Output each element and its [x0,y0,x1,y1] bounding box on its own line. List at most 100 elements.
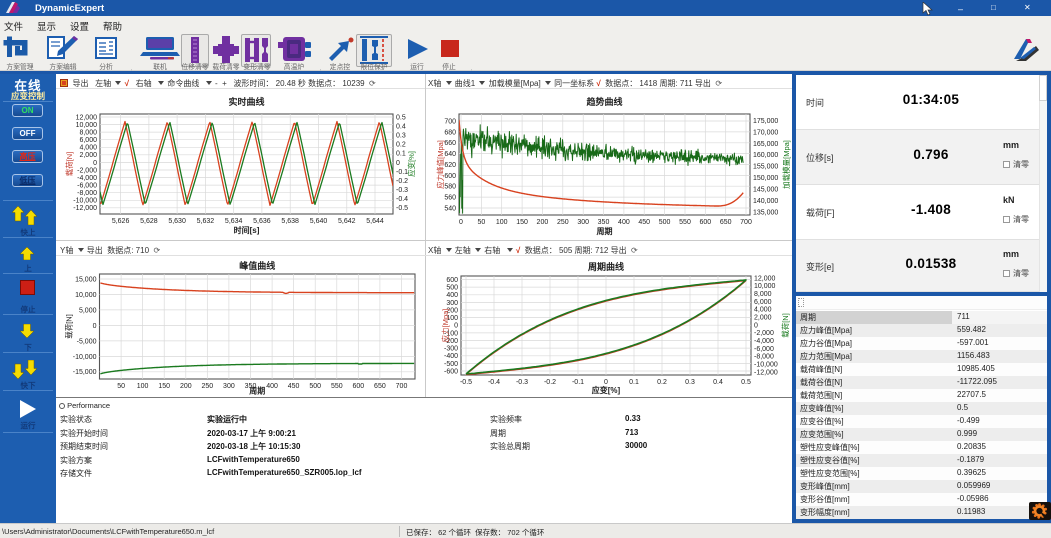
svg-text:0: 0 [93,160,97,167]
svg-text:5,636: 5,636 [253,218,271,225]
svg-text:620: 620 [444,162,456,169]
svg-text:5,642: 5,642 [338,218,356,225]
svg-text:12,000: 12,000 [76,114,98,121]
svg-text:10,000: 10,000 [75,292,97,299]
svg-text:-0.1: -0.1 [572,379,584,386]
svg-text:-5,000: -5,000 [77,338,97,345]
svg-text:200: 200 [537,219,549,226]
svg-text:-0.2: -0.2 [544,379,556,386]
svg-text:650: 650 [374,383,386,390]
svg-text:5,000: 5,000 [79,307,97,314]
svg-text:150: 150 [158,383,170,390]
svg-text:350: 350 [598,219,610,226]
svg-text:-6,000: -6,000 [754,346,774,353]
svg-text:300: 300 [223,383,235,390]
svg-text:2,000: 2,000 [79,152,97,159]
svg-text:-15,000: -15,000 [73,369,97,376]
svg-text:50: 50 [478,219,486,226]
svg-text:450: 450 [288,383,300,390]
svg-text:0: 0 [459,219,463,226]
svg-text:应变[%]: 应变[%] [592,385,621,395]
svg-text:-300: -300 [444,346,458,353]
svg-text:载荷[N]: 载荷[N] [780,313,790,338]
svg-text:8,000: 8,000 [754,291,772,298]
svg-text:580: 580 [444,184,456,191]
svg-text:8,000: 8,000 [79,130,97,137]
svg-text:5,640: 5,640 [310,218,328,225]
svg-text:-0.5: -0.5 [396,205,408,212]
svg-text:-10,000: -10,000 [754,362,778,369]
svg-text:500: 500 [659,219,671,226]
svg-text:0: 0 [754,322,758,329]
svg-text:135,000: 135,000 [753,209,778,216]
svg-text:300: 300 [577,219,589,226]
svg-text:650: 650 [720,219,732,226]
svg-text:应力[Mpa]: 应力[Mpa] [440,309,450,343]
svg-text:170,000: 170,000 [753,129,778,136]
svg-text:5,644: 5,644 [366,218,384,225]
svg-text:15,000: 15,000 [75,276,97,283]
svg-text:-2,000: -2,000 [77,167,97,174]
svg-text:0.5: 0.5 [396,114,406,121]
svg-text:载荷[N]: 载荷[N] [64,314,74,339]
svg-text:145,000: 145,000 [753,187,778,194]
svg-text:6,000: 6,000 [79,137,97,144]
svg-text:540: 540 [444,205,456,212]
svg-text:700: 700 [740,219,752,226]
svg-text:-0.4: -0.4 [396,196,408,203]
svg-text:150,000: 150,000 [753,175,778,182]
svg-text:500: 500 [309,383,321,390]
svg-text:周期曲线: 周期曲线 [588,261,624,272]
svg-text:0: 0 [604,379,608,386]
svg-text:2,000: 2,000 [754,315,772,322]
svg-text:-400: -400 [444,353,458,360]
svg-text:200: 200 [180,383,192,390]
svg-text:660: 660 [444,140,456,147]
svg-text:-0.5: -0.5 [460,379,472,386]
svg-text:-0.3: -0.3 [396,187,408,194]
svg-text:0: 0 [396,160,400,167]
svg-text:0.4: 0.4 [713,379,723,386]
svg-text:560: 560 [444,195,456,202]
svg-text:应力峰值[Mpa]: 应力峰值[Mpa] [435,140,445,189]
svg-text:600: 600 [699,219,711,226]
svg-text:-8,000: -8,000 [77,190,97,197]
svg-text:-2,000: -2,000 [754,330,774,337]
svg-text:-600: -600 [444,368,458,375]
svg-text:600: 600 [352,383,364,390]
svg-text:100: 100 [137,383,149,390]
svg-text:12,000: 12,000 [754,275,776,282]
svg-text:载荷[N]: 载荷[N] [64,152,74,177]
svg-text:0.5: 0.5 [741,379,751,386]
svg-text:0: 0 [93,323,97,330]
svg-text:5,626: 5,626 [112,218,130,225]
svg-text:5,628: 5,628 [140,218,158,225]
svg-text:-6,000: -6,000 [77,183,97,190]
svg-text:0.3: 0.3 [396,133,406,140]
svg-text:155,000: 155,000 [753,164,778,171]
svg-text:600: 600 [444,173,456,180]
svg-text:100: 100 [496,219,508,226]
svg-text:应变[%]: 应变[%] [406,151,416,177]
svg-text:10,000: 10,000 [76,122,98,129]
svg-text:-10,000: -10,000 [73,354,97,361]
svg-text:0.3: 0.3 [685,379,695,386]
svg-text:0: 0 [454,323,458,330]
svg-text:500: 500 [446,285,458,292]
svg-text:0.1: 0.1 [629,379,639,386]
svg-text:0.2: 0.2 [396,142,406,149]
svg-text:周期: 周期 [249,386,265,396]
svg-text:250: 250 [201,383,213,390]
svg-text:-12,000: -12,000 [73,205,97,212]
svg-text:0.2: 0.2 [657,379,667,386]
svg-text:400: 400 [618,219,630,226]
svg-text:600: 600 [446,277,458,284]
svg-text:-500: -500 [444,361,458,368]
svg-text:300: 300 [446,300,458,307]
svg-text:4,000: 4,000 [754,307,772,314]
svg-text:时间[s]: 时间[s] [234,225,260,235]
svg-text:140,000: 140,000 [753,198,778,205]
svg-text:165,000: 165,000 [753,141,778,148]
svg-text:550: 550 [331,383,343,390]
svg-text:峰值曲线: 峰值曲线 [239,260,275,271]
